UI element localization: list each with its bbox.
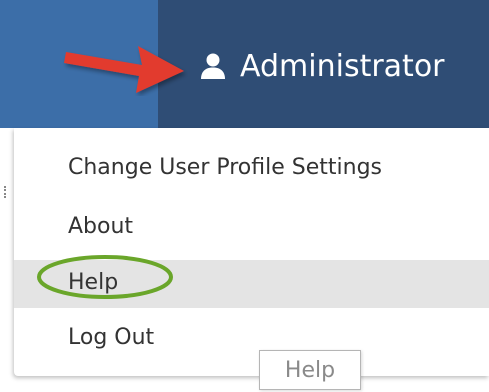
user-name-label: Administrator	[240, 48, 445, 84]
user-dropdown-menu: Change User Profile Settings About Help …	[14, 128, 489, 376]
user-menu-button[interactable]: Administrator	[200, 44, 445, 88]
tooltip-text: Help	[284, 357, 336, 383]
annotation-circle-icon	[37, 255, 173, 299]
help-tooltip: Help	[259, 350, 361, 390]
top-navigation-bar: Administrator	[0, 0, 489, 128]
menu-item-change-profile[interactable]: Change User Profile Settings	[68, 154, 382, 182]
page-edge-marker	[4, 186, 10, 198]
annotation-arrow-icon	[64, 46, 184, 93]
menu-item-about[interactable]: About	[68, 213, 133, 241]
menu-item-log-out[interactable]: Log Out	[68, 324, 154, 352]
user-icon	[201, 53, 225, 79]
